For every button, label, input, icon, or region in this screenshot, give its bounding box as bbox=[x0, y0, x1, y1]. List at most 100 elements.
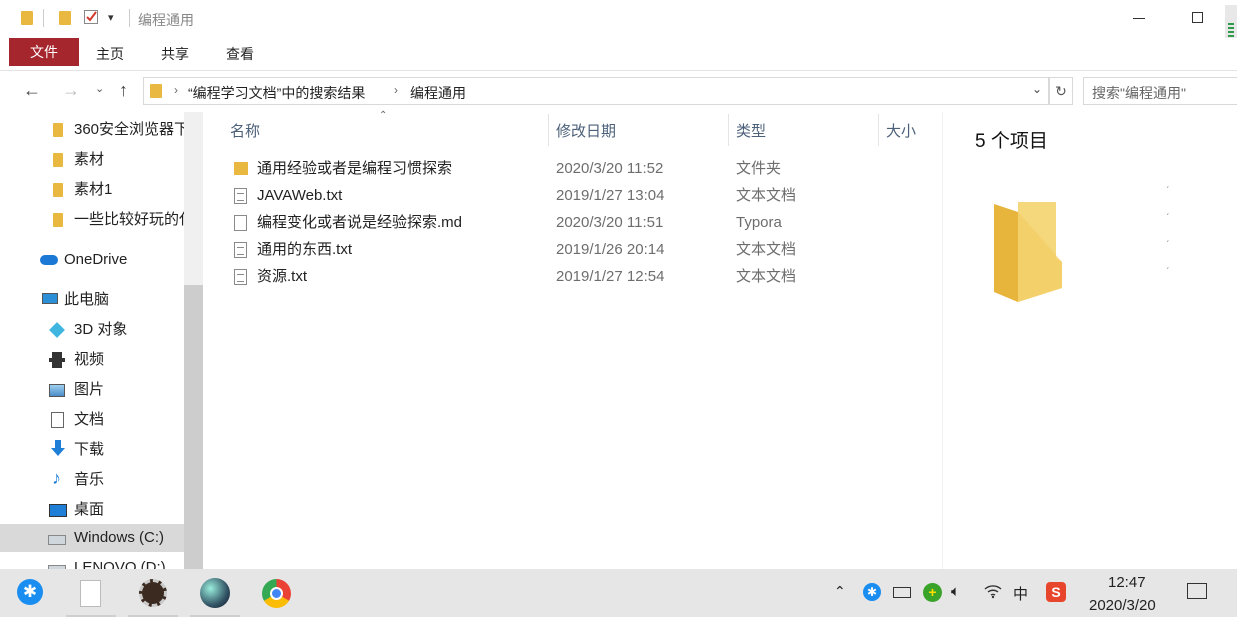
back-icon[interactable]: ← bbox=[23, 80, 41, 101]
text-file-icon bbox=[234, 269, 247, 285]
file-row[interactable]: JAVAWeb.txt 2019/1/27 13:04 文本文档 ˊ bbox=[230, 182, 1169, 209]
text-file-icon bbox=[234, 188, 247, 204]
tab-view[interactable]: 查看 bbox=[226, 44, 254, 64]
sidebar-item-label: 图片 bbox=[74, 381, 105, 398]
recent-locations-icon[interactable]: ⌄ bbox=[95, 82, 104, 95]
column-header-type[interactable]: 类型 bbox=[736, 120, 766, 141]
tab-file[interactable]: 文件 bbox=[9, 38, 79, 66]
sidebar-item-3d-objects[interactable]: 3D 对象 bbox=[0, 316, 184, 344]
sidebar-item-onedrive[interactable]: OneDrive bbox=[0, 246, 184, 274]
sidebar-item-desktop[interactable]: 桌面 bbox=[0, 496, 184, 524]
taskbar-app-chrome[interactable] bbox=[252, 569, 302, 617]
cube-icon bbox=[49, 322, 65, 338]
refresh-icon[interactable]: ↻ bbox=[1049, 77, 1073, 105]
sidebar-item-label: 素材 bbox=[74, 151, 105, 168]
sidebar-item-fun-code[interactable]: 一些比较好玩的代码 bbox=[0, 206, 184, 234]
file-row[interactable]: 通用的东西.txt 2019/1/26 20:14 文本文档 ˊ bbox=[230, 236, 1169, 263]
battery-icon[interactable] bbox=[893, 587, 911, 598]
taskbar-app-feiq[interactable]: ✱ bbox=[4, 569, 54, 617]
show-hidden-icons-icon[interactable]: ⌃ bbox=[834, 583, 846, 600]
file-row[interactable]: 编程变化或者说是经验探索.md 2020/3/20 11:51 Typora ˊ bbox=[230, 209, 1169, 236]
size-clip-mark: ˊ bbox=[1166, 267, 1170, 278]
breadcrumb-current[interactable]: 编程通用 bbox=[410, 83, 466, 103]
sidebar-item-label: 素材1 bbox=[74, 181, 113, 198]
taskbar-app-photos[interactable] bbox=[190, 569, 240, 617]
maximize-button[interactable] bbox=[1192, 12, 1203, 23]
sidebar-item-label: 音乐 bbox=[74, 471, 105, 488]
address-bar[interactable]: › “编程学习文档”中的搜索结果 › 编程通用 ⌄ bbox=[143, 77, 1049, 105]
sogou-input-icon[interactable]: S bbox=[1046, 582, 1066, 602]
column-header-name[interactable]: 名称 bbox=[230, 120, 260, 141]
column-header-size[interactable]: 大小 bbox=[886, 120, 916, 141]
address-dropdown-icon[interactable]: ⌄ bbox=[1032, 82, 1042, 96]
sidebar-item-documents[interactable]: 文档 bbox=[0, 406, 184, 434]
cloud-icon bbox=[40, 255, 58, 265]
tab-home[interactable]: 主页 bbox=[96, 44, 124, 64]
minimize-button[interactable] bbox=[1133, 18, 1145, 19]
search-input[interactable]: 搜索"编程通用" bbox=[1083, 77, 1237, 105]
properties-icon[interactable] bbox=[84, 10, 98, 24]
action-center-icon[interactable] bbox=[1187, 583, 1207, 599]
sidebar-item-pictures[interactable]: 图片 bbox=[0, 376, 184, 404]
file-type: 文件夹 bbox=[736, 160, 782, 177]
file-name: 通用经验或者是编程习惯探索 bbox=[257, 160, 453, 177]
breadcrumb-separator[interactable]: › bbox=[174, 83, 178, 97]
star-chat-tray-icon[interactable]: ✱ bbox=[863, 583, 881, 601]
column-divider[interactable] bbox=[878, 114, 879, 146]
clock-date[interactable]: 2020/3/20 bbox=[1089, 597, 1156, 614]
markdown-file-icon bbox=[234, 215, 247, 231]
sidebar-item-sucai[interactable]: 素材 bbox=[0, 146, 184, 174]
clock-time[interactable]: 12:47 bbox=[1108, 574, 1146, 591]
sidebar-item-label: 3D 对象 bbox=[74, 321, 128, 338]
size-clip-mark: ˊ bbox=[1166, 213, 1170, 224]
download-arrow-icon bbox=[50, 440, 66, 458]
new-folder-icon[interactable] bbox=[59, 11, 71, 25]
sort-indicator-icon: ⌃ bbox=[379, 110, 388, 121]
file-name: 资源.txt bbox=[257, 268, 308, 285]
customize-quick-access-icon[interactable]: ▾ bbox=[108, 11, 114, 24]
sidebar-item-drive-c[interactable]: Windows (C:) bbox=[0, 524, 184, 552]
forward-icon[interactable]: → bbox=[62, 80, 80, 101]
file-row[interactable]: 通用经验或者是编程习惯探索 2020/3/20 11:52 文件夹 bbox=[230, 155, 940, 182]
navigation-bar: ← → ⌄ ↑ › “编程学习文档”中的搜索结果 › 编程通用 ⌄ ↻ 搜索"编… bbox=[0, 71, 1237, 111]
folder-icon bbox=[53, 183, 63, 197]
volume-icon[interactable]: 🔈︎ bbox=[951, 583, 960, 600]
music-note-icon: ♪ bbox=[52, 468, 61, 488]
tab-share[interactable]: 共享 bbox=[161, 44, 189, 64]
sidebar-item-label: OneDrive bbox=[64, 251, 128, 268]
taskbar-app-ide[interactable] bbox=[128, 569, 178, 617]
column-header-date[interactable]: 修改日期 bbox=[556, 120, 616, 141]
sidebar-item-360-download[interactable]: 360安全浏览器下载 bbox=[0, 116, 184, 144]
computer-icon bbox=[42, 293, 58, 304]
sidebar-scrollbar-thumb[interactable] bbox=[184, 285, 203, 569]
sidebar-item-music[interactable]: ♪ 音乐 bbox=[0, 466, 184, 494]
column-divider[interactable] bbox=[548, 114, 549, 146]
taskbar-app-notepad[interactable] bbox=[66, 569, 116, 617]
breadcrumb-separator[interactable]: › bbox=[394, 83, 398, 97]
folder-icon bbox=[21, 11, 33, 25]
sidebar-item-drive-d[interactable]: LENOVO (D:) bbox=[0, 554, 184, 569]
up-icon[interactable]: ↑ bbox=[119, 80, 128, 101]
folder-icon bbox=[53, 213, 63, 227]
breadcrumb-search-results[interactable]: “编程学习文档”中的搜索结果 bbox=[188, 83, 365, 103]
column-divider[interactable] bbox=[728, 114, 729, 146]
size-clip-mark: ˊ bbox=[1166, 240, 1170, 251]
file-type: 文本文档 bbox=[736, 187, 797, 204]
ime-indicator[interactable]: 中 bbox=[1013, 583, 1028, 604]
ribbon: 文件 主页 共享 查看 bbox=[0, 38, 1237, 71]
gear-icon bbox=[139, 579, 167, 607]
sidebar-item-this-pc[interactable]: 此电脑 bbox=[0, 286, 184, 314]
wifi-icon[interactable] bbox=[984, 581, 1002, 603]
window-title: 编程通用 bbox=[138, 12, 194, 28]
sidebar-item-sucai1[interactable]: 素材1 bbox=[0, 176, 184, 204]
sidebar-item-label: 一些比较好玩的代码 bbox=[74, 211, 184, 228]
security-plus-icon[interactable]: + bbox=[923, 583, 942, 602]
globe-image-icon bbox=[200, 578, 230, 608]
sidebar-item-downloads[interactable]: 下载 bbox=[0, 436, 184, 464]
file-date: 2019/1/26 20:14 bbox=[556, 241, 665, 258]
details-pane-divider[interactable] bbox=[942, 112, 943, 569]
file-row[interactable]: 资源.txt 2019/1/27 12:54 文本文档 ˊ bbox=[230, 263, 1169, 290]
sidebar-item-videos[interactable]: 视频 bbox=[0, 346, 184, 374]
blank-document-icon bbox=[80, 580, 101, 607]
folder-icon bbox=[53, 123, 63, 137]
